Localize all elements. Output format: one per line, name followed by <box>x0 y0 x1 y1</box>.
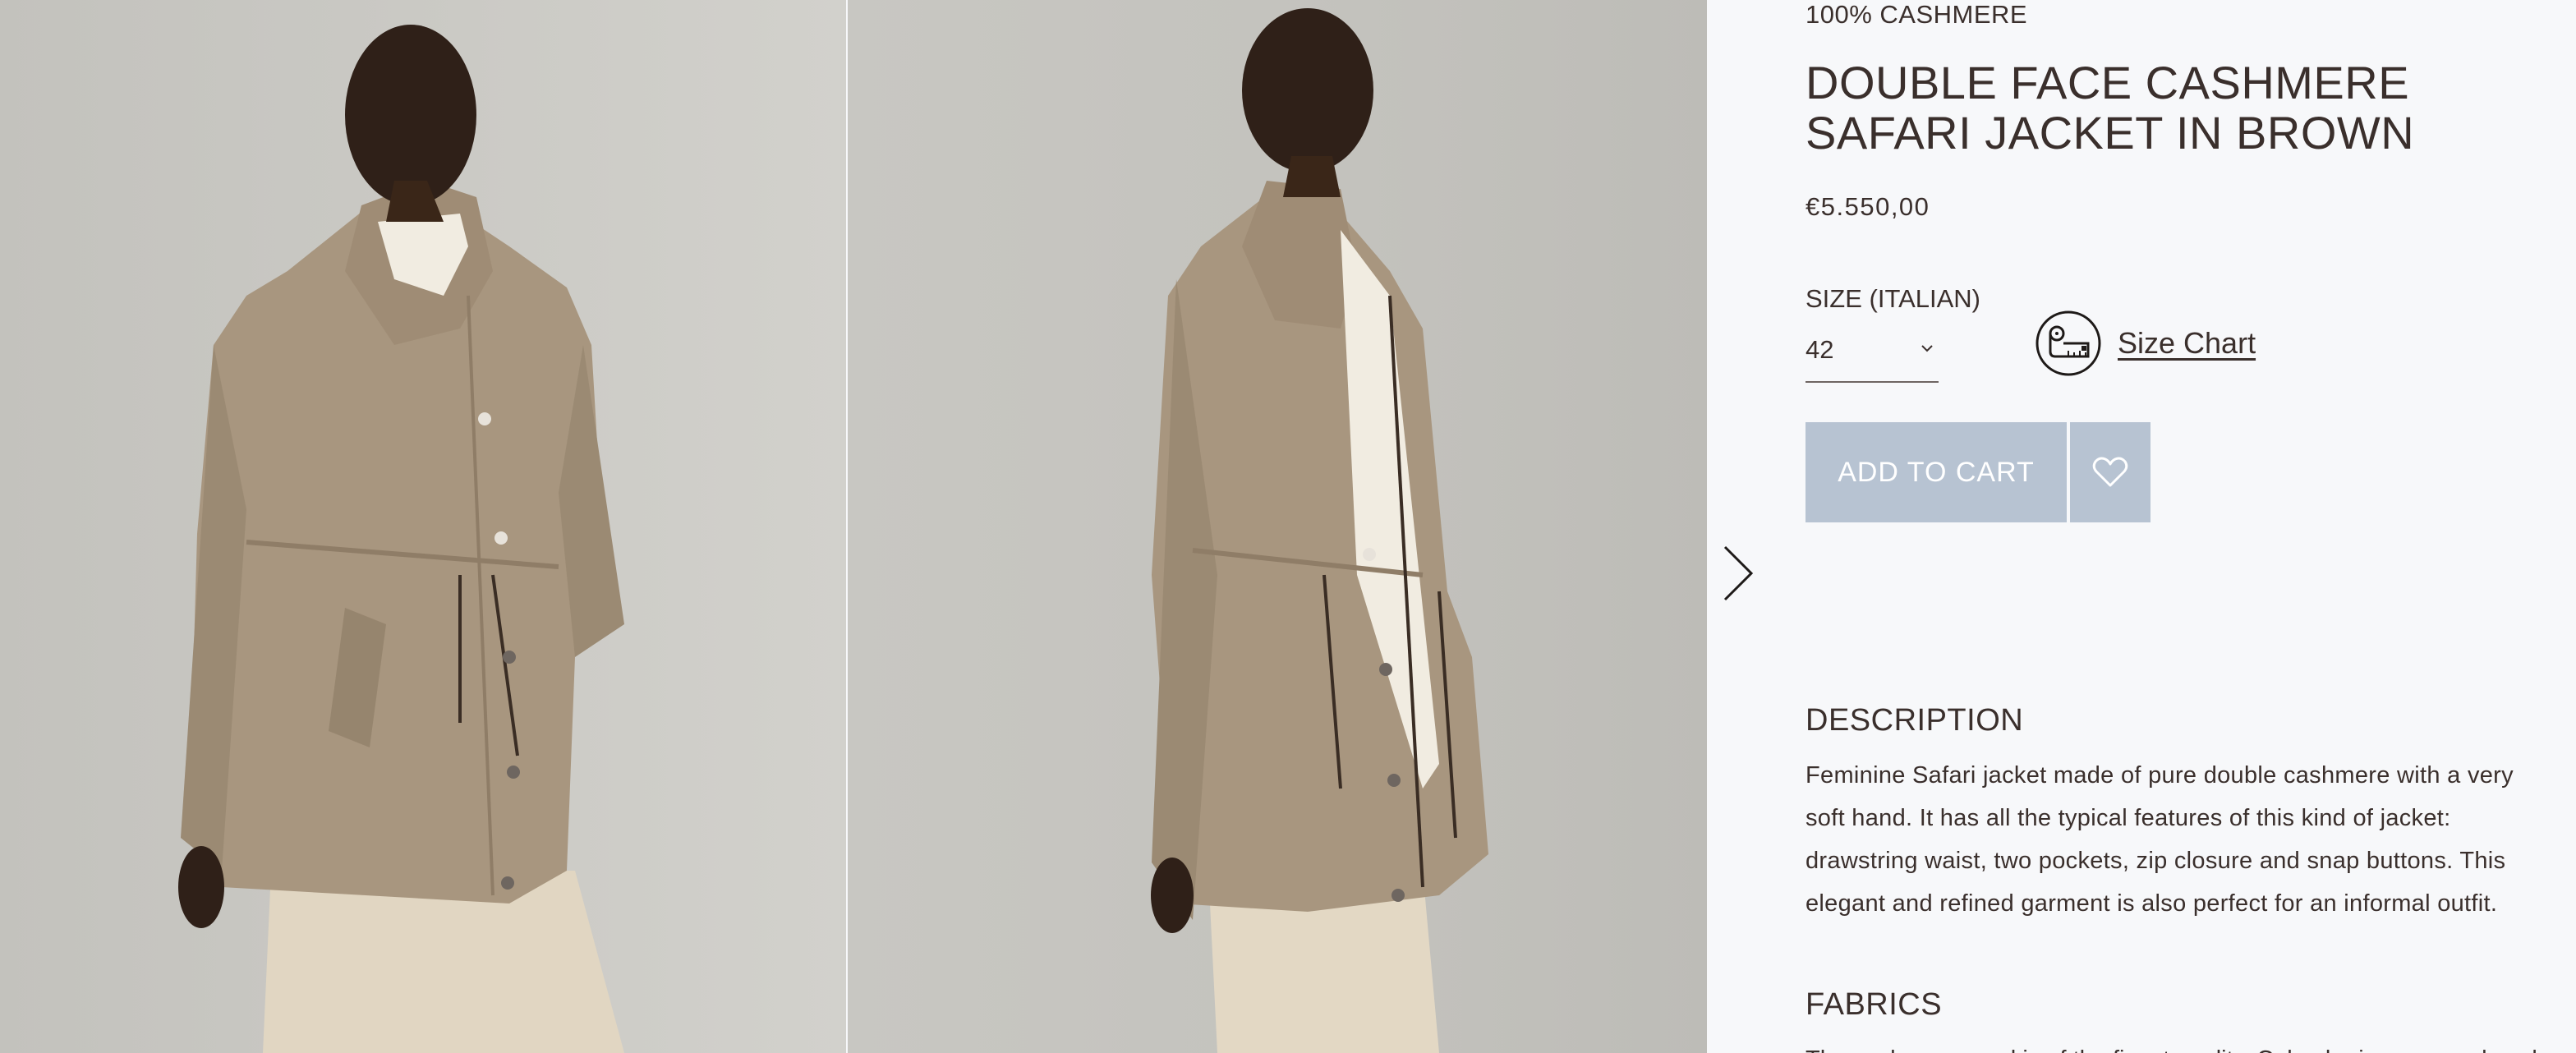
measuring-tape-icon <box>2036 310 2101 376</box>
fabrics-text: The cashmere used is of the finest quali… <box>1806 1038 2537 1053</box>
chevron-down-icon <box>1921 345 1933 352</box>
product-photo-front[interactable] <box>0 0 846 1053</box>
description-text: Feminine Safari jacket made of pure doub… <box>1806 762 2514 917</box>
heart-icon <box>2092 457 2128 487</box>
product-material: 100% CASHMERE <box>1806 0 2028 29</box>
product-gallery <box>0 0 1707 1053</box>
description-heading: DESCRIPTION <box>1806 703 2024 738</box>
size-chart-link[interactable]: Size Chart <box>2036 309 2256 378</box>
product-photo-side[interactable] <box>848 0 1707 1053</box>
product-info-panel: 100% CASHMERE DOUBLE FACE CASHMERE SAFAR… <box>1806 0 2545 1053</box>
gallery-next-button[interactable] <box>1718 544 1758 603</box>
product-page: 100% CASHMERE DOUBLE FACE CASHMERE SAFAR… <box>0 0 2576 1053</box>
size-select[interactable]: 42 <box>1806 329 1939 383</box>
add-to-wishlist-button[interactable] <box>2070 422 2150 522</box>
size-chart-label[interactable]: Size Chart <box>2118 326 2256 361</box>
product-title: DOUBLE FACE CASHMERE SAFARI JACKET IN BR… <box>1806 57 2415 159</box>
size-label: SIZE (ITALIAN) <box>1806 284 1981 313</box>
product-price: €5.550,00 <box>1806 192 1930 221</box>
fabrics-heading: FABRICS <box>1806 987 1943 1022</box>
chevron-right-icon <box>1723 545 1754 601</box>
add-to-cart-button[interactable]: ADD TO CART <box>1806 422 2067 522</box>
size-selected-value: 42 <box>1806 335 1834 364</box>
